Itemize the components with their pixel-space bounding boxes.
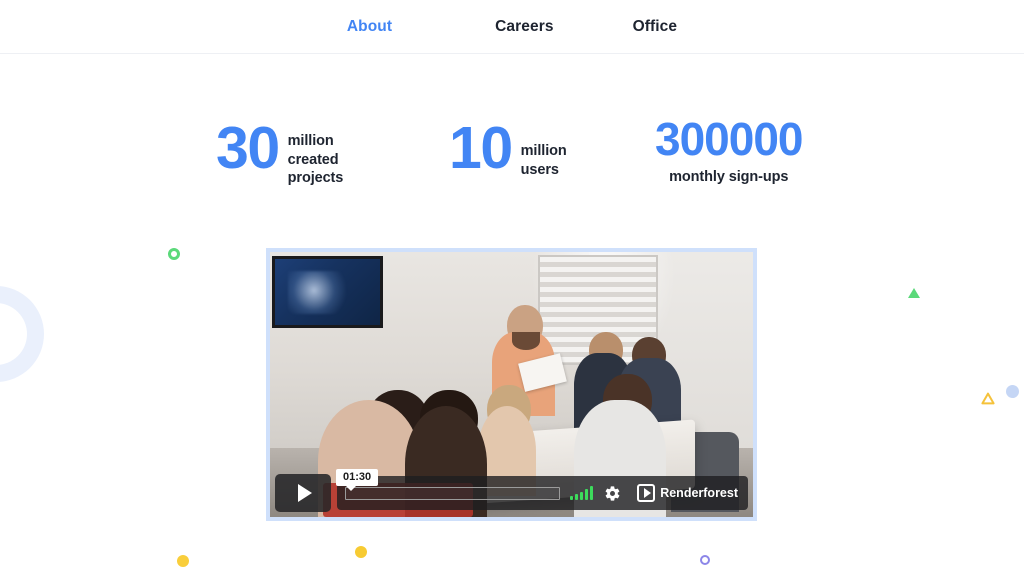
- green-ring-icon: [168, 248, 180, 260]
- wall-monitor: [272, 256, 384, 328]
- stat-users: 10 million users: [449, 115, 567, 181]
- progress-bar[interactable]: [345, 486, 561, 500]
- stat-label-users: million users: [521, 142, 567, 179]
- yellow-dot-mid-icon: [355, 546, 367, 558]
- purple-ring-icon: [700, 555, 710, 565]
- stat-label-created-projects: million created projects: [288, 132, 344, 188]
- top-navigation: About Careers Office: [0, 0, 1024, 54]
- page-root: About Careers Office 30 million created …: [0, 0, 1024, 581]
- stat-label-line: users: [520, 161, 559, 178]
- stat-label-line: million: [287, 133, 334, 149]
- nav-items: About Careers Office: [347, 18, 677, 36]
- nav-item-about[interactable]: About: [347, 18, 392, 36]
- renderforest-logo-icon: [637, 484, 656, 502]
- light-blue-dot-icon: [1006, 385, 1019, 398]
- play-icon: [297, 484, 312, 502]
- stat-number-30: 30: [216, 115, 280, 181]
- stat-label-line: million: [520, 143, 567, 159]
- time-tooltip: 01:30: [336, 469, 379, 491]
- stat-number-10: 10: [449, 115, 513, 181]
- yellow-dot-left-icon: [177, 555, 189, 567]
- stat-created-projects: 30 million created projects: [216, 115, 344, 188]
- gear-icon[interactable]: [604, 485, 621, 502]
- nav-item-office[interactable]: Office: [633, 18, 678, 36]
- control-bar: Renderforest: [337, 476, 748, 510]
- video-player[interactable]: 01:30 Renderforest: [266, 248, 757, 521]
- yellow-triangle-ring-icon: [981, 392, 995, 406]
- play-button[interactable]: [275, 474, 331, 512]
- stat-label-monthly-signups: monthly sign-ups: [669, 168, 789, 185]
- green-triangle-icon: [908, 288, 920, 298]
- stat-number-300000: 300000: [655, 113, 803, 165]
- nav-item-careers[interactable]: Careers: [495, 18, 553, 36]
- volume-bar: [590, 486, 594, 500]
- stat-label-line: projects: [287, 170, 344, 187]
- volume-icon[interactable]: [570, 486, 594, 500]
- blue-swoosh-shape-icon: [0, 286, 44, 382]
- stat-monthly-signups: 300000 monthly sign-ups: [655, 113, 803, 186]
- brand-watermark[interactable]: Renderforest: [637, 484, 738, 502]
- stat-label-line: created: [287, 151, 339, 168]
- volume-bar: [575, 494, 579, 500]
- volume-bar: [570, 496, 574, 500]
- brand-name: Renderforest: [660, 486, 738, 500]
- volume-bar: [585, 489, 589, 500]
- volume-bar: [580, 492, 584, 500]
